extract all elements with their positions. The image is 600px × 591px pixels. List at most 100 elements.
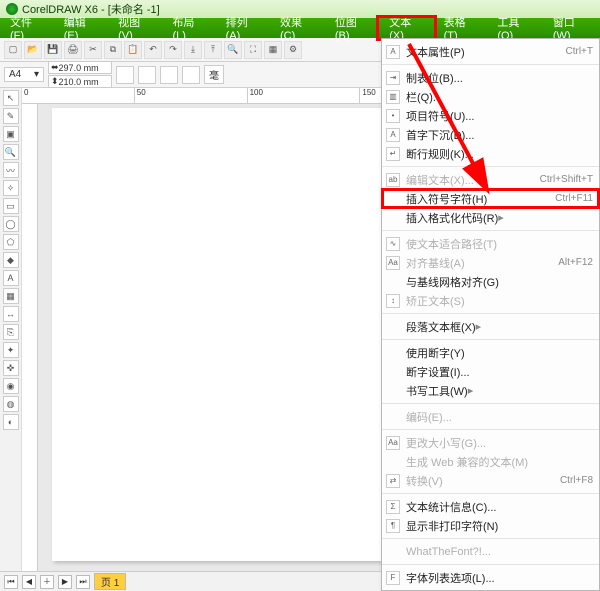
unit-select[interactable]: 毫 <box>204 65 224 84</box>
menuitem-label: 项目符号(U)... <box>406 108 474 124</box>
menuitem-edit-text: ab编辑文本(X)...Ctrl+Shift+T <box>382 170 599 189</box>
menuitem-label: 书写工具(W) <box>406 383 468 399</box>
shortcut: Ctrl+F8 <box>560 475 593 486</box>
menu-effects[interactable]: 效果(C) <box>270 18 325 38</box>
zoom-tool-icon[interactable]: 🔍 <box>3 144 19 160</box>
current-page-button[interactable] <box>182 66 200 84</box>
crop-tool-icon[interactable]: ▣ <box>3 126 19 142</box>
portrait-button[interactable] <box>116 66 134 84</box>
ellipse-tool-icon[interactable]: ◯ <box>3 216 19 232</box>
menuitem-insert-format-code[interactable]: 插入格式化代码(R) <box>382 208 599 227</box>
effects-tool-icon[interactable]: ✦ <box>3 342 19 358</box>
convert-icon: ⇄ <box>386 474 400 488</box>
connector-tool-icon[interactable]: ⎘ <box>3 324 19 340</box>
options-icon[interactable]: ⚙ <box>284 41 302 59</box>
redo-icon[interactable]: ↷ <box>164 41 182 59</box>
prev-page-button[interactable]: ◀ <box>22 575 36 589</box>
menu-view[interactable]: 视图(V) <box>108 18 162 38</box>
menuitem-align-grid[interactable]: 与基线网格对齐(G) <box>382 272 599 291</box>
align-base-icon: Aa <box>386 256 400 270</box>
menu-bitmap[interactable]: 位图(B) <box>325 18 379 38</box>
copy-icon[interactable]: ⧉ <box>104 41 122 59</box>
menuitem-font-list-options[interactable]: F字体列表选项(L)... <box>382 568 599 587</box>
text-props-icon: A <box>386 45 400 59</box>
fullscreen-icon[interactable]: ⛶ <box>244 41 262 59</box>
new-icon[interactable]: ▢ <box>4 41 22 59</box>
import-icon[interactable]: ⤓ <box>184 41 202 59</box>
menuitem-label: 矫正文本(S) <box>406 293 465 309</box>
menuitem-show-nonprinting[interactable]: ¶显示非打印字符(N) <box>382 516 599 535</box>
menu-layout[interactable]: 布局(L) <box>162 18 215 38</box>
first-page-button[interactable]: ⏮ <box>4 575 18 589</box>
ruler-tick: 50 <box>135 88 248 103</box>
paper-size-value: A4 <box>9 69 21 80</box>
all-pages-button[interactable] <box>160 66 178 84</box>
print-icon[interactable]: 🖨 <box>64 41 82 59</box>
paper-size-select[interactable]: A4▾ <box>4 67 44 82</box>
menuitem-text-stats[interactable]: Σ 文本统计信息(C)... <box>382 497 599 516</box>
menuitem-paragraph-frame[interactable]: 段落文本框(X) <box>382 317 599 336</box>
toolbox: ↖ ✎ ▣ 🔍 〰 ✧ ▭ ◯ ⬠ ◆ A ▦ ↔ ⎘ ✦ ✜ ◉ ◍ ◐ <box>0 88 22 571</box>
menuitem-hyphenation-settings[interactable]: 断字设置(I)... <box>382 362 599 381</box>
stats-icon: Σ <box>386 500 400 514</box>
menuitem-label: 制表位(B)... <box>406 70 463 86</box>
menu-arrange[interactable]: 排列(A) <box>216 18 270 38</box>
menu-tools[interactable]: 工具(Q) <box>487 18 542 38</box>
polygon-tool-icon[interactable]: ⬠ <box>3 234 19 250</box>
straighten-icon: ↕ <box>386 294 400 308</box>
menuitem-columns[interactable]: ▥栏(Q)... <box>382 87 599 106</box>
menuitem-use-hyphenation[interactable]: 使用断字(Y) <box>382 343 599 362</box>
add-page-button[interactable]: ＋ <box>40 575 54 589</box>
next-page-button[interactable]: ▶ <box>58 575 72 589</box>
save-icon[interactable]: 💾 <box>44 41 62 59</box>
menuitem-label: 插入符号字符(H) <box>406 191 487 207</box>
menu-text[interactable]: 文本(X) <box>379 18 433 38</box>
undo-icon[interactable]: ↶ <box>144 41 162 59</box>
outline-tool-icon[interactable]: ◉ <box>3 378 19 394</box>
shape-tool-icon[interactable]: ✎ <box>3 108 19 124</box>
menuitem-label: 更改大小写(G)... <box>406 435 486 451</box>
landscape-button[interactable] <box>138 66 156 84</box>
edit-text-icon: ab <box>386 173 400 187</box>
pick-tool-icon[interactable]: ↖ <box>3 90 19 106</box>
table-tool-icon[interactable]: ▦ <box>3 288 19 304</box>
eyedropper-tool-icon[interactable]: ✜ <box>3 360 19 376</box>
freehand-tool-icon[interactable]: 〰 <box>3 162 19 178</box>
interactive-fill-tool-icon[interactable]: ◐ <box>3 414 19 430</box>
menuitem-label: 文本统计信息(C)... <box>406 499 496 515</box>
menuitem-writing-tools[interactable]: 书写工具(W) <box>382 381 599 400</box>
menuitem-bullets[interactable]: •项目符号(U)... <box>382 106 599 125</box>
snap-icon[interactable]: ▦ <box>264 41 282 59</box>
ruler-tick: 100 <box>248 88 361 103</box>
menu-table[interactable]: 表格(T) <box>434 18 488 38</box>
menuitem-text-properties[interactable]: A 文本属性(P) Ctrl+T <box>382 42 599 61</box>
rectangle-tool-icon[interactable]: ▭ <box>3 198 19 214</box>
dimension-tool-icon[interactable]: ↔ <box>3 306 19 322</box>
menuitem-whatthefont: WhatTheFont?!... <box>382 542 599 561</box>
last-page-button[interactable]: ⏭ <box>76 575 90 589</box>
zoom-icon[interactable]: 🔍 <box>224 41 242 59</box>
menuitem-convert: ⇄转换(V)Ctrl+F8 <box>382 471 599 490</box>
cut-icon[interactable]: ✂ <box>84 41 102 59</box>
paste-icon[interactable]: 📋 <box>124 41 142 59</box>
menuitem-break-rules[interactable]: ↵断行规则(K)... <box>382 144 599 163</box>
page-height-input[interactable]: ⬍ 210.0 mm <box>48 75 112 88</box>
fill-tool-icon[interactable]: ◍ <box>3 396 19 412</box>
menuitem-dropcap[interactable]: A首字下沉(D)... <box>382 125 599 144</box>
page-tab[interactable]: 页 1 <box>94 573 126 590</box>
menuitem-fit-path: ∿使文本适合路径(T) <box>382 234 599 253</box>
menuitem-insert-symbol[interactable]: 插入符号字符(H)Ctrl+F11 <box>382 189 599 208</box>
menu-file[interactable]: 文件(F) <box>0 18 54 38</box>
menuitem-label: 使文本适合路径(T) <box>406 236 497 252</box>
open-icon[interactable]: 📂 <box>24 41 42 59</box>
menuitem-tabs[interactable]: ⇥制表位(B)... <box>382 68 599 87</box>
basic-shape-tool-icon[interactable]: ◆ <box>3 252 19 268</box>
export-icon[interactable]: ⤒ <box>204 41 222 59</box>
shortcut: Ctrl+T <box>566 46 594 57</box>
text-tool-icon[interactable]: A <box>3 270 19 286</box>
page-width-input[interactable]: ⬌ 297.0 mm <box>48 61 112 74</box>
smart-tool-icon[interactable]: ✧ <box>3 180 19 196</box>
page-dimensions: ⬌ 297.0 mm ⬍ 210.0 mm <box>48 61 112 88</box>
menu-window[interactable]: 窗口(W) <box>543 18 600 38</box>
menu-edit[interactable]: 编辑(E) <box>54 18 108 38</box>
